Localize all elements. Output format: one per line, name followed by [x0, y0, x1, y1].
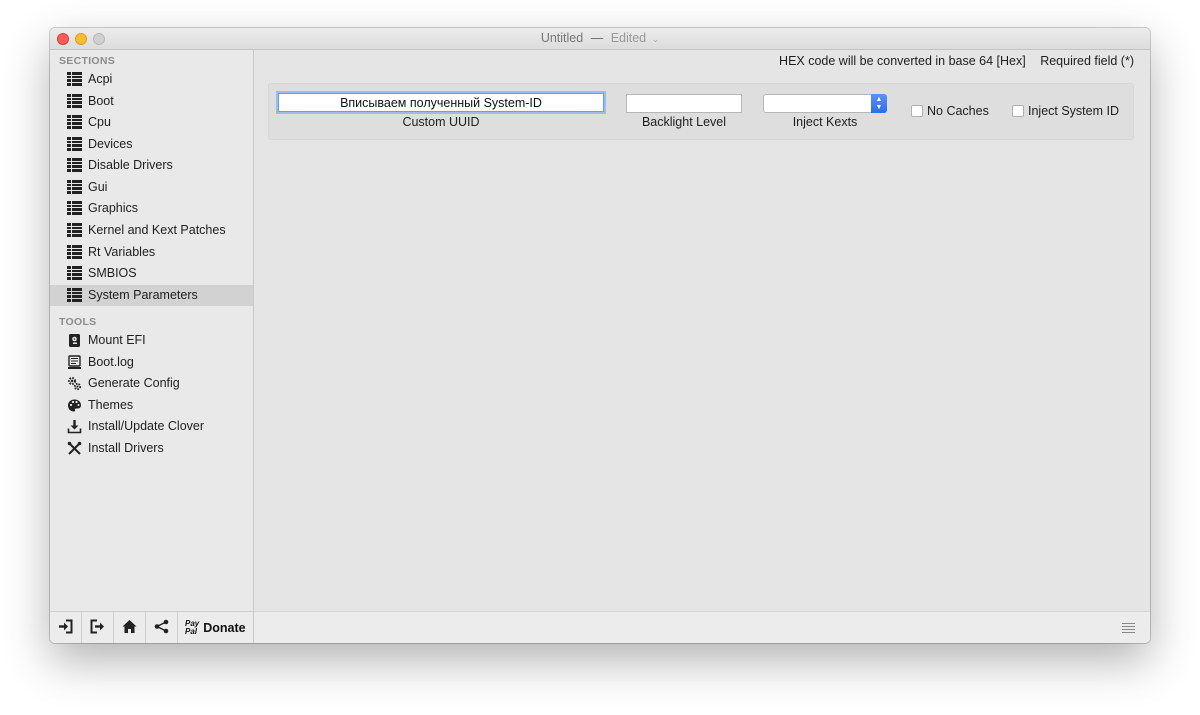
sidebar-item-label: Cpu	[88, 115, 111, 129]
sidebar-footer: Pay Pal Donate	[50, 611, 253, 643]
list-icon	[67, 223, 82, 238]
list-icon	[67, 288, 82, 303]
sidebar-item-label: Acpi	[88, 72, 113, 86]
tools-header: TOOLS	[59, 316, 97, 328]
sidebar-item-label: Generate Config	[88, 376, 180, 390]
title-separator: —	[590, 31, 604, 45]
inject-system-id-checkbox[interactable]	[1012, 105, 1024, 117]
header-notes: HEX code will be converted in base 64 [H…	[768, 54, 1134, 68]
export-button[interactable]	[82, 612, 114, 643]
no-caches-checkbox[interactable]	[911, 105, 923, 117]
list-icon	[67, 180, 82, 195]
sidebar-item-label: SMBIOS	[88, 266, 137, 280]
sidebar-item-label: Devices	[88, 137, 133, 151]
content-bottom-bar	[254, 611, 1150, 643]
sidebar-item-themes[interactable]: Themes	[50, 395, 253, 416]
sidebar-item-label: Kernel and Kext Patches	[88, 223, 226, 237]
list-icon	[67, 201, 82, 216]
sidebar-item-label: Rt Variables	[88, 245, 156, 259]
list-icon	[67, 115, 82, 130]
wrench-icon	[67, 441, 82, 456]
menu-lines-icon[interactable]	[1122, 623, 1135, 633]
sidebar-item-label: Themes	[88, 398, 134, 412]
gears-icon	[67, 376, 82, 391]
updown-arrows-icon[interactable]: ▲ ▼	[871, 94, 887, 113]
log-icon	[67, 355, 82, 370]
sidebar-item-boot-log[interactable]: Boot.log	[50, 352, 253, 373]
list-icon	[67, 245, 82, 260]
sidebar-item-label: Install Drivers	[88, 441, 164, 455]
donate-button[interactable]: Pay Pal Donate	[178, 612, 253, 643]
list-icon	[67, 158, 82, 173]
import-button[interactable]	[50, 612, 82, 643]
sidebar-item-devices[interactable]: Devices	[50, 134, 253, 155]
sidebar-item-mount-efi[interactable]: Mount EFI	[50, 330, 253, 351]
sidebar-item-cpu[interactable]: Cpu	[50, 112, 253, 133]
window-title: Untitled	[540, 31, 584, 45]
donate-label: Donate	[203, 620, 246, 635]
close-window-button[interactable]	[57, 33, 69, 45]
sidebar-item-graphics[interactable]: Graphics	[50, 198, 253, 219]
paypal-icon: Pay Pal	[185, 619, 199, 636]
minimize-window-button[interactable]	[75, 33, 87, 45]
no-caches-label: No Caches	[927, 104, 989, 118]
home-icon	[122, 619, 137, 637]
sidebar-item-disable-drivers[interactable]: Disable Drivers	[50, 155, 253, 176]
sections-header: SECTIONS	[59, 55, 116, 67]
chevron-down-icon[interactable]: ⌄	[652, 34, 660, 44]
sidebar-item-label: Boot.log	[88, 355, 134, 369]
share-button[interactable]	[146, 612, 178, 643]
hex-note: HEX code will be converted in base 64 [H…	[779, 54, 1026, 68]
inject-system-id-label: Inject System ID	[1028, 104, 1119, 118]
custom-uuid-label: Custom UUID	[402, 115, 480, 129]
sidebar-item-install-update-clover[interactable]: Install/Update Clover	[50, 416, 253, 437]
system-parameters-panel: Custom UUID Backlight Level ▲▼ Inject Ke…	[268, 83, 1134, 140]
paypal-text-bottom: Pal	[185, 626, 198, 636]
sidebar-item-label: Graphics	[88, 201, 139, 215]
main-content: HEX code will be converted in base 64 [H…	[254, 50, 1150, 643]
list-icon	[67, 72, 82, 87]
sidebar-item-label: System Parameters	[88, 288, 198, 302]
sidebar-item-label: Mount EFI	[88, 333, 146, 347]
export-icon	[90, 619, 105, 637]
inject-kexts-label: Inject Kexts	[792, 115, 858, 129]
sidebar-item-label: Gui	[88, 180, 108, 194]
sidebar-item-system-parameters[interactable]: System Parameters	[50, 285, 253, 306]
sidebar-item-label: Install/Update Clover	[88, 419, 205, 433]
sidebar-item-smbios[interactable]: SMBIOS	[50, 263, 253, 284]
list-icon	[67, 94, 82, 109]
title-bar: Untitled — Edited ⌄	[50, 28, 1150, 50]
sidebar-item-acpi[interactable]: Acpi	[50, 69, 253, 90]
sidebar-item-kernel-kext-patches[interactable]: Kernel and Kext Patches	[50, 220, 253, 241]
sidebar: SECTIONS Acpi Boot Cpu Devices Disable D…	[50, 50, 254, 643]
disk-icon	[67, 333, 82, 348]
backlight-level-input[interactable]	[626, 94, 742, 113]
app-window: Untitled — Edited ⌄ SECTIONS Acpi Boot C…	[50, 28, 1150, 643]
custom-uuid-input[interactable]	[278, 93, 604, 112]
home-button[interactable]	[114, 612, 146, 643]
share-icon	[154, 619, 169, 637]
required-note: Required field (*)	[1040, 54, 1134, 68]
import-icon	[58, 619, 73, 637]
sidebar-item-generate-config[interactable]: Generate Config	[50, 373, 253, 394]
sidebar-item-gui[interactable]: Gui	[50, 177, 253, 198]
zoom-window-button[interactable]	[93, 33, 105, 45]
title-status[interactable]: Edited	[611, 31, 646, 45]
sidebar-item-label: Disable Drivers	[88, 158, 173, 172]
backlight-level-label: Backlight Level	[641, 115, 727, 129]
sidebar-item-label: Boot	[88, 94, 114, 108]
palette-icon	[67, 398, 82, 413]
download-icon	[67, 419, 82, 434]
sidebar-item-install-drivers[interactable]: Install Drivers	[50, 438, 253, 459]
inject-kexts-select[interactable]: ▲ ▼	[763, 94, 887, 113]
sidebar-item-rt-variables[interactable]: Rt Variables	[50, 242, 253, 263]
list-icon	[67, 137, 82, 152]
list-icon	[67, 266, 82, 281]
sidebar-item-boot[interactable]: Boot	[50, 91, 253, 112]
